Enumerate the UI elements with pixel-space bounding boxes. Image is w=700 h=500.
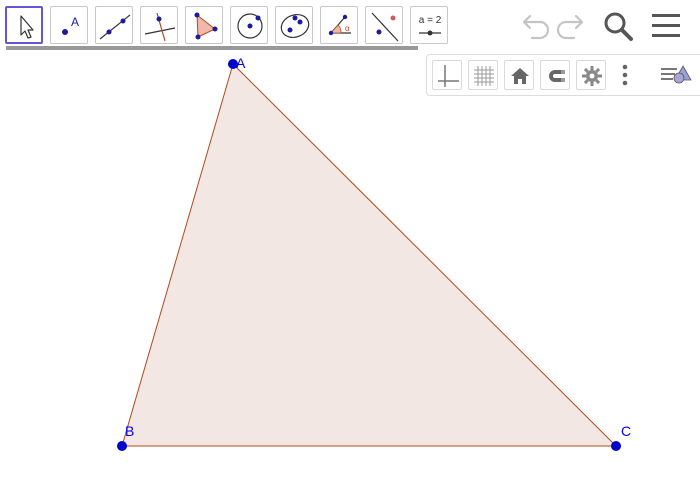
angle-icon: α [328,14,351,36]
slider-tool-button[interactable]: a = 2 [410,6,448,44]
toggle-algebra-icon [661,65,692,84]
graphics-settings-button[interactable] [576,60,606,90]
hamburger-menu-icon [652,14,680,37]
main-menu-button[interactable] [649,8,683,42]
more-options-button[interactable] [615,60,635,90]
graphics-view[interactable]: A B C [0,50,700,500]
point-b[interactable] [117,441,127,451]
search-button[interactable] [601,8,635,42]
search-icon [604,12,633,41]
point-tool-label: A [71,15,79,29]
more-vertical-icon [622,64,628,86]
grid-icon [474,66,494,86]
redo-button[interactable] [554,8,588,42]
magnet-icon [549,70,565,82]
slider-icon [419,30,441,36]
cursor-arrow-icon [20,15,34,39]
line-tool-button[interactable] [95,6,133,44]
home-icon [511,68,529,84]
move-tool-button[interactable] [5,6,43,44]
svg-text:α: α [345,24,350,33]
undo-icon [522,14,550,40]
perpendicular-line-icon [144,12,176,42]
conic-ellipse-icon [280,14,310,38]
line-icon [99,14,131,40]
gear-icon [582,66,602,86]
point-icon: A [62,15,79,35]
point-a-label: A [236,55,246,71]
circle-center-point-tool-button[interactable] [230,6,268,44]
polygon-tool-button[interactable] [185,6,223,44]
toggle-grid-button[interactable] [468,60,498,90]
point-b-label: B [125,423,134,439]
main-toolbar: A α a = 2 [0,0,700,48]
polygon-icon [194,12,218,40]
undo-button[interactable] [518,8,552,42]
conic-tool-button[interactable] [275,6,313,44]
point-c-label: C [621,423,631,439]
graphics-style-bar [426,54,700,96]
toggle-axes-button[interactable] [432,60,462,90]
standard-view-button[interactable] [504,60,534,90]
axes-icon [438,65,459,87]
reflect-about-line-icon [371,12,399,42]
point-capturing-button[interactable] [540,60,570,90]
point-c[interactable] [611,441,621,451]
triangle-polygon[interactable] [121,63,618,447]
reflect-tool-button[interactable] [365,6,403,44]
perpendicular-line-tool-button[interactable] [140,6,178,44]
toggle-algebra-button[interactable] [655,60,695,90]
circle-center-point-icon [237,13,263,39]
redo-icon [556,14,584,40]
angle-tool-button[interactable]: α [320,6,358,44]
point-tool-button[interactable]: A [50,6,88,44]
